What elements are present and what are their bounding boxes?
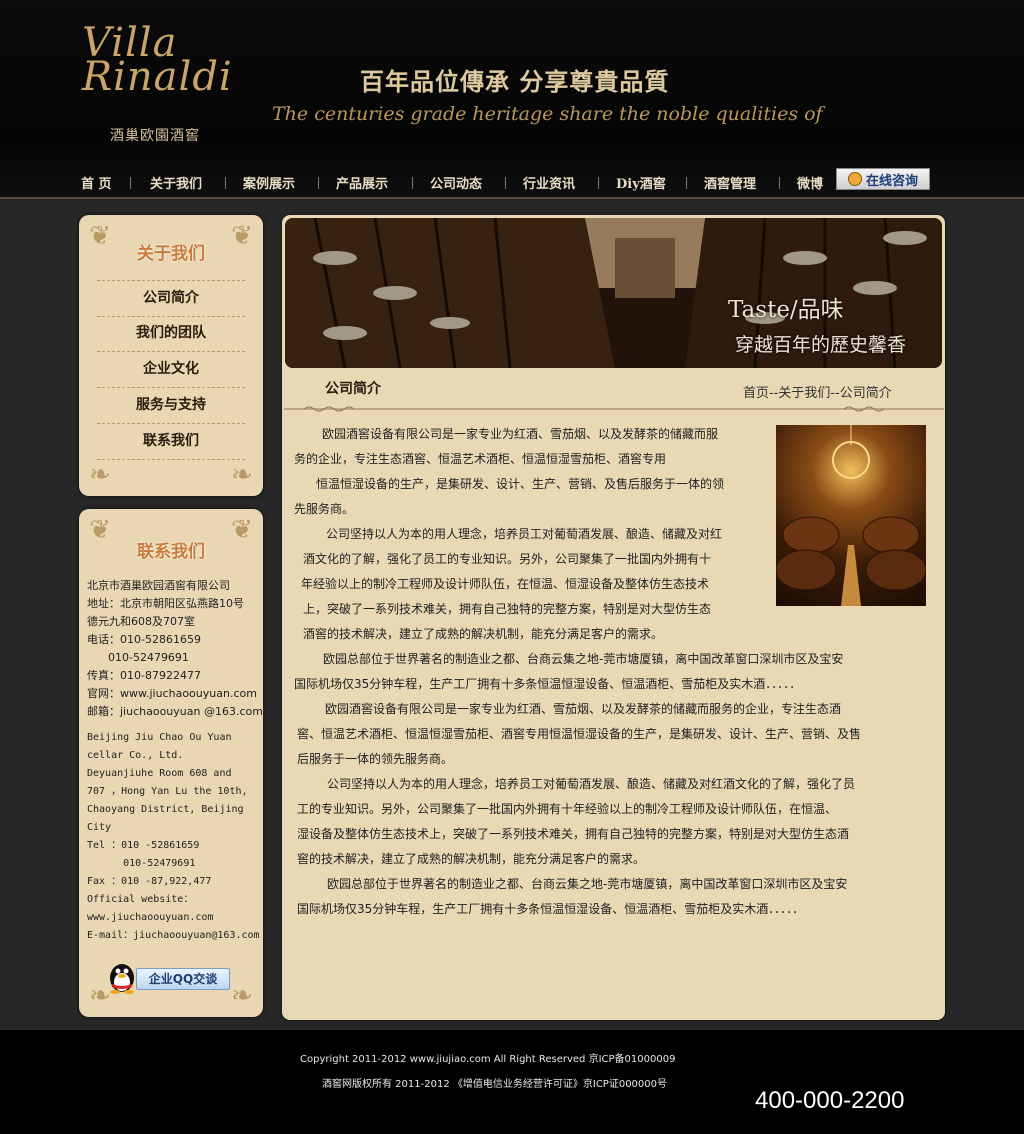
user-icon bbox=[847, 172, 862, 186]
contact-line: Chaoyang District, Beijing bbox=[87, 804, 244, 815]
paragraph-line: 先服务商。 bbox=[294, 502, 355, 516]
footer-copyright: Copyright 2011-2012 www.jiujiao.com All … bbox=[300, 1054, 676, 1065]
about-panel: ❦ ❦ ❧ ❧ 关于我们 公司简介 我们的团队 企业文化 服务与支持 联系我们 bbox=[79, 215, 263, 496]
main-nav: 首 页 关于我们 案例展示 产品展示 公司动态 行业资讯 Diy酒窖 酒窖管理 … bbox=[70, 167, 950, 197]
online-consult-button[interactable]: 在线咨询 bbox=[836, 168, 930, 190]
paragraph-line: 欧园酒窖设备有限公司是一家专业为红酒、雪茄烟、以及发酵茶的储藏而服务的企业，专注… bbox=[325, 702, 842, 716]
contact-line: 地址：北京市朝阳区弘燕路10号 bbox=[87, 597, 244, 610]
ornament-icon: ❧ bbox=[231, 981, 253, 1011]
contact-line: 德元九和608及707室 bbox=[87, 615, 195, 628]
paragraph-line: 酒文化的了解，强化了员工的专业知识。另外，公司聚集了一批国内外拥有十 bbox=[303, 552, 712, 566]
contact-line: Fax ：010 -87,922,477 bbox=[87, 876, 212, 887]
contact-line: 北京市酒巢欧园酒窖有限公司 bbox=[87, 579, 230, 592]
paragraph-line: 工的专业知识。另外，公司聚集了一批国内外拥有十年经验以上的制冷工程师及设计师队伍… bbox=[297, 802, 838, 816]
contact-line: www.jiuchaoouyuan.com bbox=[87, 912, 214, 923]
contact-line: Tel ：010 -52861659 bbox=[87, 840, 200, 851]
online-consult-label: 在线咨询 bbox=[865, 173, 918, 189]
contact-info-english: Beijing Jiu Chao Ou Yuan cellar Co., Ltd… bbox=[87, 729, 262, 945]
nav-about[interactable]: 关于我们 bbox=[150, 173, 202, 192]
paragraph-line: 恒温恒湿设备的生产，是集研发、设计、生产、营销、及售后服务于一体的领 bbox=[316, 477, 725, 491]
contact-line: Official website： bbox=[87, 894, 194, 905]
contact-line: cellar Co., Ltd. bbox=[87, 750, 184, 761]
contact-panel-title: 联系我们 bbox=[137, 542, 205, 562]
contact-info-chinese: 北京市酒巢欧园酒窖有限公司 地址：北京市朝阳区弘燕路10号 德元九和608及70… bbox=[87, 577, 263, 721]
nav-divider bbox=[130, 177, 131, 189]
sidebar-item-culture[interactable]: 企业文化 bbox=[97, 352, 245, 388]
paragraph-line: 公司坚持以人为本的用人理念，培养员工对葡萄酒发展、酿造、储藏及对红 bbox=[326, 527, 723, 541]
sidebar-item-contact[interactable]: 联系我们 bbox=[97, 424, 245, 460]
paragraph-line: 年经验以上的制冷工程师及设计师队伍，在恒温、恒湿设备及整体仿生态技术 bbox=[301, 577, 710, 591]
nav-divider bbox=[779, 177, 780, 189]
contact-line: 电话：010-52861659 bbox=[87, 633, 201, 646]
paragraph-line: 欧园总部位于世界著名的制造业之都、台商云集之地-莞市塘厦镇，离中国改革窗口深圳市… bbox=[323, 652, 844, 666]
contact-line: Beijing Jiu Chao Ou Yuan bbox=[87, 732, 232, 743]
nav-weibo[interactable]: 微博 bbox=[797, 173, 823, 192]
logo-chinese-name: 酒巢欧園酒窖 bbox=[110, 128, 200, 144]
paragraph-line: 窖、恒温艺术酒柜、恒温恒湿雪茄柜、酒窖专用恒温恒湿设备的生产，是集研发、设计、生… bbox=[297, 727, 862, 741]
qq-penguin-icon bbox=[110, 964, 134, 994]
paragraph-line: 国际机场仅35分钟车程，生产工厂拥有十多条恒温恒湿设备、恒温酒柜、雪茄柜及实木酒… bbox=[294, 677, 802, 691]
nav-divider bbox=[225, 177, 226, 189]
contact-line: 官网：www.jiuchaoouyuan.com bbox=[87, 687, 257, 700]
contact-line: 邮箱：jiuchaoouyuan @163.com bbox=[87, 705, 263, 718]
paragraph-line: 欧园总部位于世界著名的制造业之都、台商云集之地-莞市塘厦镇，离中国改革窗口深圳市… bbox=[327, 877, 848, 891]
nav-divider bbox=[686, 177, 687, 189]
nav-divider bbox=[412, 177, 413, 189]
nav-products[interactable]: 产品展示 bbox=[336, 173, 388, 192]
about-panel-title: 关于我们 bbox=[137, 244, 205, 264]
nav-home[interactable]: 首 页 bbox=[81, 173, 112, 192]
nav-diy[interactable]: Diy酒窖 bbox=[616, 173, 666, 192]
contact-panel: ❦ ❦ ❧ ❧ 联系我们 北京市酒巢欧园酒窖有限公司 地址：北京市朝阳区弘燕路1… bbox=[79, 509, 263, 1017]
header-divider bbox=[0, 197, 1024, 199]
ornament-icon: ❧ bbox=[89, 460, 111, 490]
paragraph-line: 湿设备及整体仿生态技术上，突破了一系列技术难关，拥有自己独特的完整方案，特别是对… bbox=[297, 827, 850, 841]
nav-cases[interactable]: 案例展示 bbox=[243, 173, 295, 192]
paragraph-line: 国际机场仅35分钟车程，生产工厂拥有十多条恒温恒湿设备、恒温酒柜、雪茄柜及实木酒… bbox=[297, 902, 805, 916]
contact-line: Deyuanjiuhe Room 608 and bbox=[87, 768, 232, 779]
qq-chat-button[interactable]: 企业QQ交谈 bbox=[106, 964, 230, 994]
paragraph-line: 酒窖的技术解决，建立了成熟的解决机制，能充分满足客户的需求。 bbox=[303, 627, 664, 641]
nav-industry[interactable]: 行业资讯 bbox=[523, 173, 575, 192]
paragraph-line: 后服务于一体的领先服务商。 bbox=[297, 752, 454, 766]
nav-divider bbox=[318, 177, 319, 189]
qq-chat-label: 企业QQ交谈 bbox=[136, 968, 230, 990]
contact-line: 010-52479691 bbox=[87, 651, 189, 664]
footer-license: 酒窖网版权所有 2011-2012 《增值电信业务经营许可证》京ICP证0000… bbox=[322, 1079, 667, 1090]
contact-line: City bbox=[87, 822, 112, 833]
slogan-chinese: 百年品位傳承 分享尊貴品質 bbox=[360, 67, 670, 96]
slogan-english: The centuries grade heritage share the n… bbox=[272, 103, 823, 125]
paragraph-line: 务的企业，专注生态酒窖、恒温艺术酒柜、恒温恒湿雪茄柜、酒窖专用 bbox=[294, 452, 667, 466]
sidebar-item-service[interactable]: 服务与支持 bbox=[97, 388, 245, 424]
contact-line: 传真：010-87922477 bbox=[87, 669, 201, 682]
paragraph-line: 上，突破了一系列技术难关，拥有自己独特的完整方案，特别是对大型仿生态 bbox=[303, 602, 712, 616]
footer-phone: 400-000-2200 bbox=[755, 1087, 905, 1114]
paragraph-line: 公司坚持以人为本的用人理念，培养员工对葡萄酒发展、酿造、储藏及对红酒文化的了解，… bbox=[327, 777, 856, 791]
nav-divider bbox=[505, 177, 506, 189]
ornament-icon: ❧ bbox=[231, 460, 253, 490]
breadcrumb[interactable]: 首页--关于我们--公司简介 bbox=[743, 382, 892, 401]
nav-news[interactable]: 公司动态 bbox=[430, 173, 482, 192]
sidebar-item-company-profile[interactable]: 公司简介 bbox=[97, 280, 245, 317]
logo-script-line2: Rinaldi bbox=[82, 54, 233, 100]
title-divider bbox=[284, 406, 944, 412]
contact-line: E-mail：jiuchaoouyuan@163.com bbox=[87, 930, 260, 941]
barrel-illustration bbox=[775, 425, 927, 606]
paragraph-line: 欧园酒窖设备有限公司是一家专业为红酒、雪茄烟、以及发酵茶的储藏而服 bbox=[322, 427, 719, 441]
contact-line: 707 ，Hong Yan Lu the 10th, bbox=[87, 786, 248, 797]
site-logo[interactable]: Villa Rinaldi 酒巢欧園酒窖 bbox=[82, 23, 252, 146]
nav-management[interactable]: 酒窖管理 bbox=[704, 173, 756, 192]
banner-tagline-history: 穿越百年的歷史馨香 bbox=[735, 334, 907, 356]
page-title: 公司简介 bbox=[325, 381, 381, 397]
contact-line: 010-52479691 bbox=[87, 858, 196, 869]
cellar-barrel-image bbox=[775, 425, 927, 606]
banner-tagline-taste: Taste/品味 bbox=[728, 297, 844, 323]
sidebar-item-team[interactable]: 我们的团队 bbox=[97, 316, 245, 352]
paragraph-line: 窖的技术解决，建立了成熟的解决机制，能充分满足客户的需求。 bbox=[297, 852, 646, 866]
nav-divider bbox=[598, 177, 599, 189]
